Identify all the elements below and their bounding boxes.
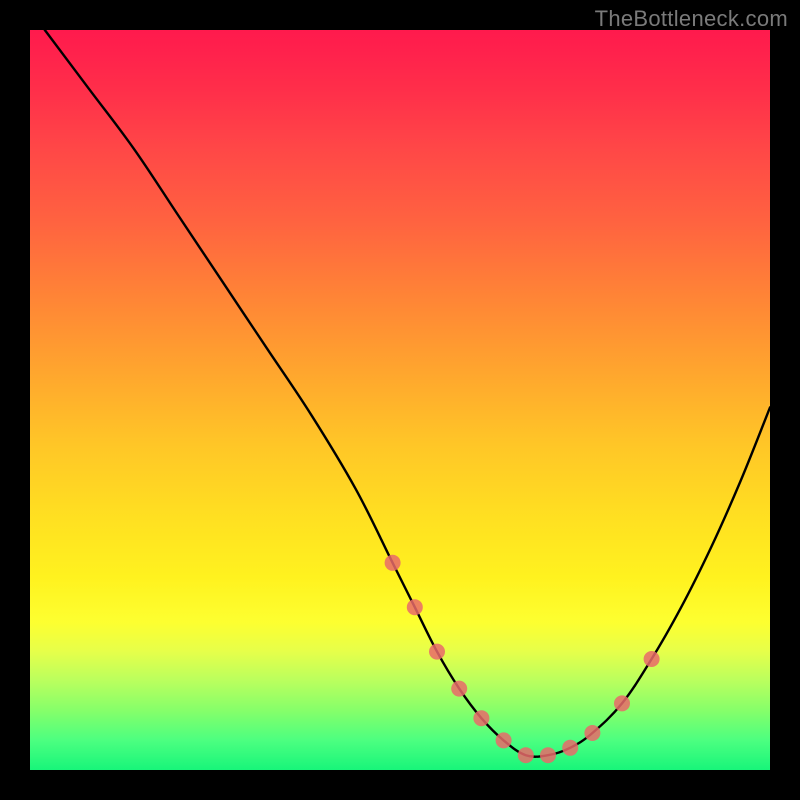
highlight-dot [518,747,534,763]
bottom-cluster-dots [385,555,660,763]
highlight-dot [644,651,660,667]
highlight-dot [429,644,445,660]
highlight-dot [614,695,630,711]
highlight-dot [562,740,578,756]
highlight-dot [540,747,556,763]
highlight-dot [473,710,489,726]
chart-svg [30,30,770,770]
highlight-dot [407,599,423,615]
bottleneck-curve-path [45,30,770,757]
highlight-dot [584,725,600,741]
highlight-dot [385,555,401,571]
highlight-dot [451,681,467,697]
chart-stage: TheBottleneck.com [0,0,800,800]
highlight-dot [496,732,512,748]
watermark-text: TheBottleneck.com [595,6,788,32]
chart-plot-area [30,30,770,770]
